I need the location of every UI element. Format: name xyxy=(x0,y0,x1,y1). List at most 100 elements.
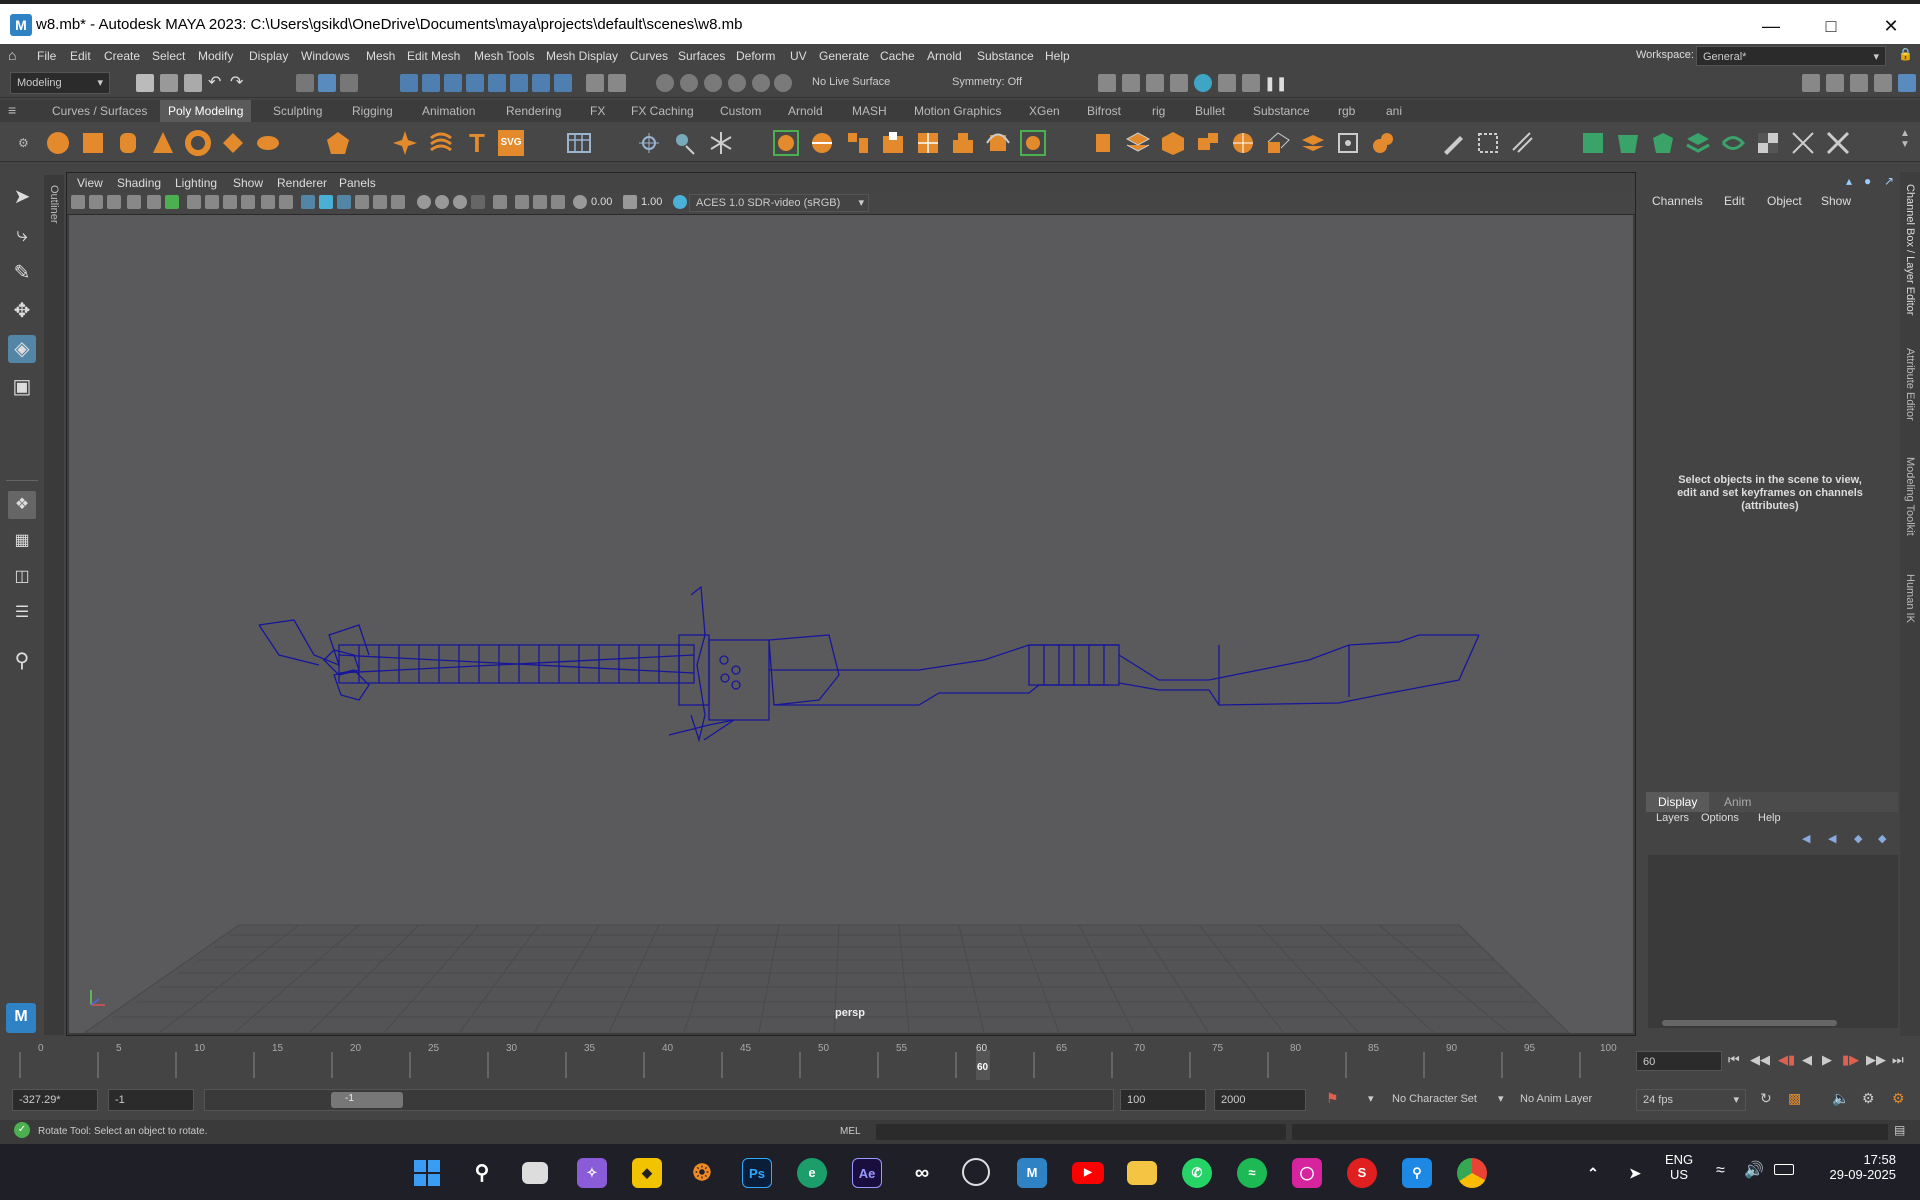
expand-icon[interactable]: ↗ xyxy=(1884,174,1894,188)
gate-mask-icon[interactable] xyxy=(241,195,255,209)
calendar-grid-icon[interactable] xyxy=(566,130,592,156)
cut-face-icon[interactable] xyxy=(1475,130,1501,156)
textured-icon[interactable] xyxy=(355,195,369,209)
side-tab-human-ik[interactable]: Human IK xyxy=(1904,574,1916,623)
save-scene-icon[interactable] xyxy=(184,74,202,92)
channel-box-icon-1[interactable]: ▴ xyxy=(1846,174,1852,188)
select-object-icon[interactable] xyxy=(318,74,336,92)
new-layer-selected-icon[interactable]: ◆ xyxy=(1878,832,1886,845)
maya-home-icon[interactable]: M xyxy=(6,1003,36,1033)
3d-viewport[interactable]: persp xyxy=(69,215,1633,1034)
bridge-icon[interactable] xyxy=(915,130,941,156)
svg-tool-icon[interactable]: SVG xyxy=(498,130,524,156)
single-view-icon[interactable]: ❖ xyxy=(8,491,36,519)
shelf-tab-rigging[interactable]: Rigging xyxy=(352,104,393,118)
language-indicator[interactable]: ENG US xyxy=(1665,1152,1693,1182)
render-setup-icon[interactable] xyxy=(1218,74,1236,92)
snap-bake-icon[interactable] xyxy=(532,74,550,92)
spotify-icon[interactable]: ≈ xyxy=(1237,1158,1267,1188)
construction-history-icon[interactable] xyxy=(728,74,746,92)
tray-chevron-icon[interactable]: ⌃ xyxy=(1578,1158,1608,1188)
layer-menu-options[interactable]: Options xyxy=(1701,812,1739,824)
uv-cut-icon[interactable] xyxy=(1615,130,1641,156)
shelf-tab-bifrost[interactable]: Bifrost xyxy=(1087,104,1121,118)
poly-plane-icon[interactable] xyxy=(220,130,246,156)
extract-icon[interactable] xyxy=(880,130,906,156)
2d-pan-icon[interactable] xyxy=(147,195,161,209)
soft-select-icon[interactable] xyxy=(1370,130,1396,156)
poly-platonic-icon[interactable] xyxy=(325,130,351,156)
menu-file[interactable]: File xyxy=(37,49,56,63)
measure-tool-icon[interactable] xyxy=(636,130,662,156)
lock-icon[interactable]: 🔒 xyxy=(1898,47,1913,61)
separate-icon[interactable] xyxy=(809,130,835,156)
vp-menu-renderer[interactable]: Renderer xyxy=(277,176,327,190)
clock[interactable]: 17:58 29-09-2025 xyxy=(1826,1152,1897,1182)
collapse-icon[interactable] xyxy=(1300,130,1326,156)
ipr-render-icon[interactable] xyxy=(1146,74,1164,92)
outliner-tab[interactable]: Outliner xyxy=(44,175,64,1035)
smooth-shade-icon[interactable] xyxy=(319,195,333,209)
menu-mesh-tools[interactable]: Mesh Tools xyxy=(474,49,534,63)
isolate-select-icon[interactable] xyxy=(493,195,507,209)
highlight-selection-icon[interactable] xyxy=(608,74,626,92)
layer-menu-layers[interactable]: Layers xyxy=(1656,812,1689,824)
tool-settings-icon[interactable] xyxy=(1850,74,1868,92)
snap-surface-icon[interactable] xyxy=(488,74,506,92)
layer-menu-help[interactable]: Help xyxy=(1758,812,1781,824)
poly-cone-icon[interactable] xyxy=(150,130,176,156)
menu-modify[interactable]: Modify xyxy=(198,49,233,63)
photoshop-icon[interactable]: Ps xyxy=(742,1158,772,1188)
minimize-button[interactable]: — xyxy=(1748,8,1794,44)
menu-curves[interactable]: Curves xyxy=(630,49,668,63)
snap-live-icon[interactable] xyxy=(510,74,528,92)
menu-generate[interactable]: Generate xyxy=(819,49,869,63)
vp-menu-lighting[interactable]: Lighting xyxy=(175,176,217,190)
snap-curve-icon[interactable] xyxy=(422,74,440,92)
step-back-frame-icon[interactable]: ◀▮ xyxy=(1778,1052,1795,1068)
modeling-toolkit-icon[interactable] xyxy=(1802,74,1820,92)
undo-icon[interactable]: ↶ xyxy=(208,74,226,92)
notes-icon[interactable]: ◆ xyxy=(632,1158,662,1188)
poly-torus-icon[interactable] xyxy=(185,130,211,156)
chrome-icon[interactable] xyxy=(1457,1158,1487,1188)
vp-menu-view[interactable]: View xyxy=(77,176,103,190)
multi-cut-icon[interactable] xyxy=(1195,130,1221,156)
render-settings-icon[interactable] xyxy=(1170,74,1188,92)
menu-uv[interactable]: UV xyxy=(790,49,807,63)
shelf-settings-icon[interactable]: ⚙ xyxy=(18,136,29,150)
refresh-icon[interactable] xyxy=(774,74,792,92)
shelf-tab-animation[interactable]: Animation xyxy=(422,104,475,118)
menu-arnold[interactable]: Arnold xyxy=(927,49,962,63)
layer-tab-anim[interactable]: Anim xyxy=(1724,795,1751,809)
search-icon[interactable]: ⚲ xyxy=(467,1158,497,1188)
location-app-icon[interactable]: ⚲ xyxy=(1402,1158,1432,1188)
shelf-tab-rig[interactable]: rig xyxy=(1152,104,1165,118)
menu-edit-mesh[interactable]: Edit Mesh xyxy=(407,49,460,63)
cb-menu-edit[interactable]: Edit xyxy=(1724,194,1745,208)
menu-mesh[interactable]: Mesh xyxy=(366,49,395,63)
scene-view[interactable] xyxy=(69,215,1633,1034)
shelf-tab-curves-surfaces[interactable]: Curves / Surfaces xyxy=(52,104,147,118)
play-backward-icon[interactable]: ◀ xyxy=(1802,1052,1812,1068)
layer-list[interactable] xyxy=(1648,855,1898,1023)
windows-start-icon[interactable] xyxy=(412,1158,442,1188)
type-tool-icon[interactable]: T xyxy=(464,130,490,156)
mel-input[interactable] xyxy=(876,1124,1286,1140)
grid-toggle-icon[interactable] xyxy=(187,195,201,209)
grease-pencil-icon[interactable] xyxy=(165,195,179,209)
mirror-icon[interactable] xyxy=(950,130,976,156)
auto-key-icon[interactable]: ⚑ xyxy=(1326,1090,1339,1107)
side-tab-attribute-editor[interactable]: Attribute Editor xyxy=(1904,348,1916,421)
layer-editor-icon[interactable] xyxy=(1898,74,1916,92)
snap-view-plane-icon[interactable] xyxy=(466,74,484,92)
shadows-icon[interactable] xyxy=(391,195,405,209)
range-slider[interactable]: -1 xyxy=(204,1089,1114,1111)
exposure-icon[interactable] xyxy=(573,195,587,209)
color-management-icon[interactable] xyxy=(673,195,687,209)
shelf-tab-xgen[interactable]: XGen xyxy=(1029,104,1060,118)
xray-components-icon[interactable] xyxy=(551,195,565,209)
motion-blur-icon[interactable] xyxy=(435,195,449,209)
mel-label[interactable]: MEL xyxy=(840,1126,861,1137)
tray-send-icon[interactable]: ➤ xyxy=(1620,1158,1650,1188)
